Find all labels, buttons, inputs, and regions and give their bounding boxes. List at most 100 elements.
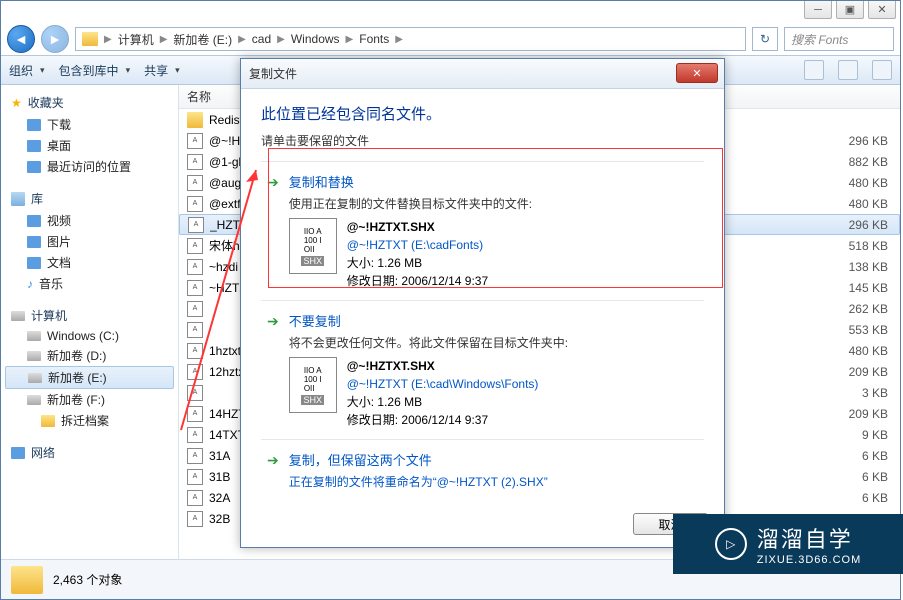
file-size-label: 296 KB — [810, 130, 900, 151]
dialog-close-button[interactable]: ✕ — [676, 63, 718, 83]
nav-videos[interactable]: 视频 — [1, 210, 178, 231]
network-label: 网络 — [31, 444, 55, 461]
document-icon — [27, 257, 41, 269]
file-date: 修改日期: 2006/12/14 9:37 — [347, 272, 488, 290]
video-icon — [27, 215, 41, 227]
file-size-label: 480 KB — [810, 172, 900, 193]
nav-subfolder[interactable]: 拆迁档案 — [1, 410, 178, 431]
window-controls: ─ ▣ ✕ — [804, 1, 896, 19]
organize-menu[interactable]: 组织 — [9, 62, 45, 79]
favorites-header[interactable]: ★收藏夹 — [1, 91, 178, 114]
option-title: 不要复制 — [289, 311, 698, 330]
font-file-icon: A — [187, 301, 203, 317]
watermark: ▷ 溜溜自学 ZIXUE.3D66.COM — [673, 514, 903, 574]
dialog-subheading: 请单击要保留的文件 — [261, 132, 704, 149]
font-file-icon: A — [187, 133, 203, 149]
computer-header[interactable]: 计算机 — [1, 304, 178, 327]
font-file-icon: A — [187, 448, 203, 464]
font-file-icon: A — [187, 511, 203, 527]
font-file-icon: A — [187, 406, 203, 422]
breadcrumb-fonts[interactable]: Fonts — [359, 32, 389, 46]
share-menu[interactable]: 共享 — [144, 62, 180, 79]
font-file-icon: A — [187, 385, 203, 401]
desktop-icon — [27, 140, 41, 152]
address-bar[interactable]: ▶ 计算机 ▶ 新加卷 (E:) ▶ cad ▶ Windows ▶ Fonts… — [75, 27, 746, 51]
option-description: 将不会更改任何文件。将此文件保留在目标文件夹中: — [289, 334, 698, 351]
view-options-button[interactable] — [804, 60, 824, 80]
network-header[interactable]: 网络 — [1, 441, 178, 464]
dialog-title: 复制文件 — [249, 65, 297, 82]
file-size: 大小: 1.26 MB — [347, 254, 488, 272]
breadcrumb-drive[interactable]: 新加卷 (E:) — [173, 31, 232, 48]
breadcrumb-cad[interactable]: cad — [252, 32, 271, 46]
forward-button[interactable]: ► — [41, 25, 69, 53]
file-name: @~!HZTXT.SHX — [347, 218, 488, 236]
option-dont-copy[interactable]: ➔ 不要复制 将不会更改任何文件。将此文件保留在目标文件夹中: IIO A100… — [261, 300, 704, 439]
chevron-right-icon: ▶ — [395, 34, 403, 45]
file-size-label: 209 KB — [810, 403, 900, 424]
file-size-label: 882 KB — [810, 151, 900, 172]
play-icon: ▷ — [715, 528, 747, 560]
file-size-label: 262 KB — [810, 298, 900, 319]
file-thumb-icon: IIO A100 IOIISHX — [289, 357, 337, 413]
file-thumb-icon: IIO A100 IOIISHX — [289, 218, 337, 274]
music-icon: ♪ — [27, 277, 33, 291]
nav-desktop[interactable]: 桌面 — [1, 135, 178, 156]
refresh-button[interactable]: ↻ — [752, 27, 778, 51]
nav-pictures[interactable]: 图片 — [1, 231, 178, 252]
folder-icon — [82, 32, 98, 46]
maximize-button[interactable]: ▣ — [836, 1, 864, 19]
file-size-label: 296 KB — [810, 214, 900, 235]
watermark-text: 溜溜自学 — [757, 527, 853, 552]
option-description: 使用正在复制的文件替换目标文件夹中的文件: — [289, 195, 698, 212]
file-size: 大小: 1.26 MB — [347, 393, 539, 411]
chevron-right-icon: ▶ — [346, 34, 354, 45]
font-file-icon: A — [187, 322, 203, 338]
nav-drive-c[interactable]: Windows (C:) — [1, 327, 178, 345]
breadcrumb-windows[interactable]: Windows — [291, 32, 340, 46]
option-description: 正在复制的文件将重命名为“@~!HZTXT (2).SHX” — [289, 473, 698, 490]
file-path: @~!HZTXT (E:\cadFonts) — [347, 236, 488, 254]
libraries-header[interactable]: 库 — [1, 187, 178, 210]
file-size-label — [810, 109, 900, 130]
address-row: ◄ ► ▶ 计算机 ▶ 新加卷 (E:) ▶ cad ▶ Windows ▶ F… — [1, 23, 900, 55]
nav-documents[interactable]: 文档 — [1, 252, 178, 273]
nav-drive-d[interactable]: 新加卷 (D:) — [1, 345, 178, 366]
font-file-icon: A — [187, 343, 203, 359]
computer-icon — [11, 311, 25, 321]
file-size-label: 9 KB — [810, 424, 900, 445]
breadcrumb-computer[interactable]: 计算机 — [118, 31, 154, 48]
minimize-button[interactable]: ─ — [804, 1, 832, 19]
nav-music[interactable]: ♪音乐 — [1, 273, 178, 294]
nav-drive-f[interactable]: 新加卷 (F:) — [1, 389, 178, 410]
nav-recent[interactable]: 最近访问的位置 — [1, 156, 178, 177]
copy-file-dialog: 复制文件 ✕ 此位置已经包含同名文件。 请单击要保留的文件 ➔ 复制和替换 使用… — [240, 58, 725, 548]
font-file-icon: A — [188, 217, 204, 233]
nav-downloads[interactable]: 下载 — [1, 114, 178, 135]
option-keep-both[interactable]: ➔ 复制，但保留这两个文件 正在复制的文件将重命名为“@~!HZTXT (2).… — [261, 439, 704, 506]
help-button[interactable] — [872, 60, 892, 80]
font-file-icon: A — [187, 364, 203, 380]
folder-icon — [41, 415, 55, 427]
library-icon — [11, 192, 25, 206]
drive-icon — [27, 331, 41, 341]
file-size-label: 138 KB — [810, 256, 900, 277]
option-copy-replace[interactable]: ➔ 复制和替换 使用正在复制的文件替换目标文件夹中的文件: IIO A100 I… — [261, 161, 704, 300]
include-library-menu[interactable]: 包含到库中 — [59, 62, 131, 79]
file-size-label: 6 KB — [810, 445, 900, 466]
file-date: 修改日期: 2006/12/14 9:37 — [347, 411, 539, 429]
chevron-right-icon: ▶ — [160, 34, 168, 45]
chevron-right-icon: ▶ — [104, 34, 112, 45]
nav-drive-e[interactable]: 新加卷 (E:) — [5, 366, 174, 389]
chevron-right-icon: ▶ — [238, 34, 246, 45]
file-size-label: 553 KB — [810, 319, 900, 340]
dialog-heading: 此位置已经包含同名文件。 — [261, 103, 704, 124]
search-input[interactable]: 搜索 Fonts — [784, 27, 894, 51]
file-size-label: 480 KB — [810, 193, 900, 214]
file-path: @~!HZTXT (E:\cad\Windows\Fonts) — [347, 375, 539, 393]
file-size-label: 3 KB — [810, 382, 900, 403]
preview-pane-button[interactable] — [838, 60, 858, 80]
chevron-right-icon: ▶ — [277, 34, 285, 45]
close-button[interactable]: ✕ — [868, 1, 896, 19]
back-button[interactable]: ◄ — [7, 25, 35, 53]
